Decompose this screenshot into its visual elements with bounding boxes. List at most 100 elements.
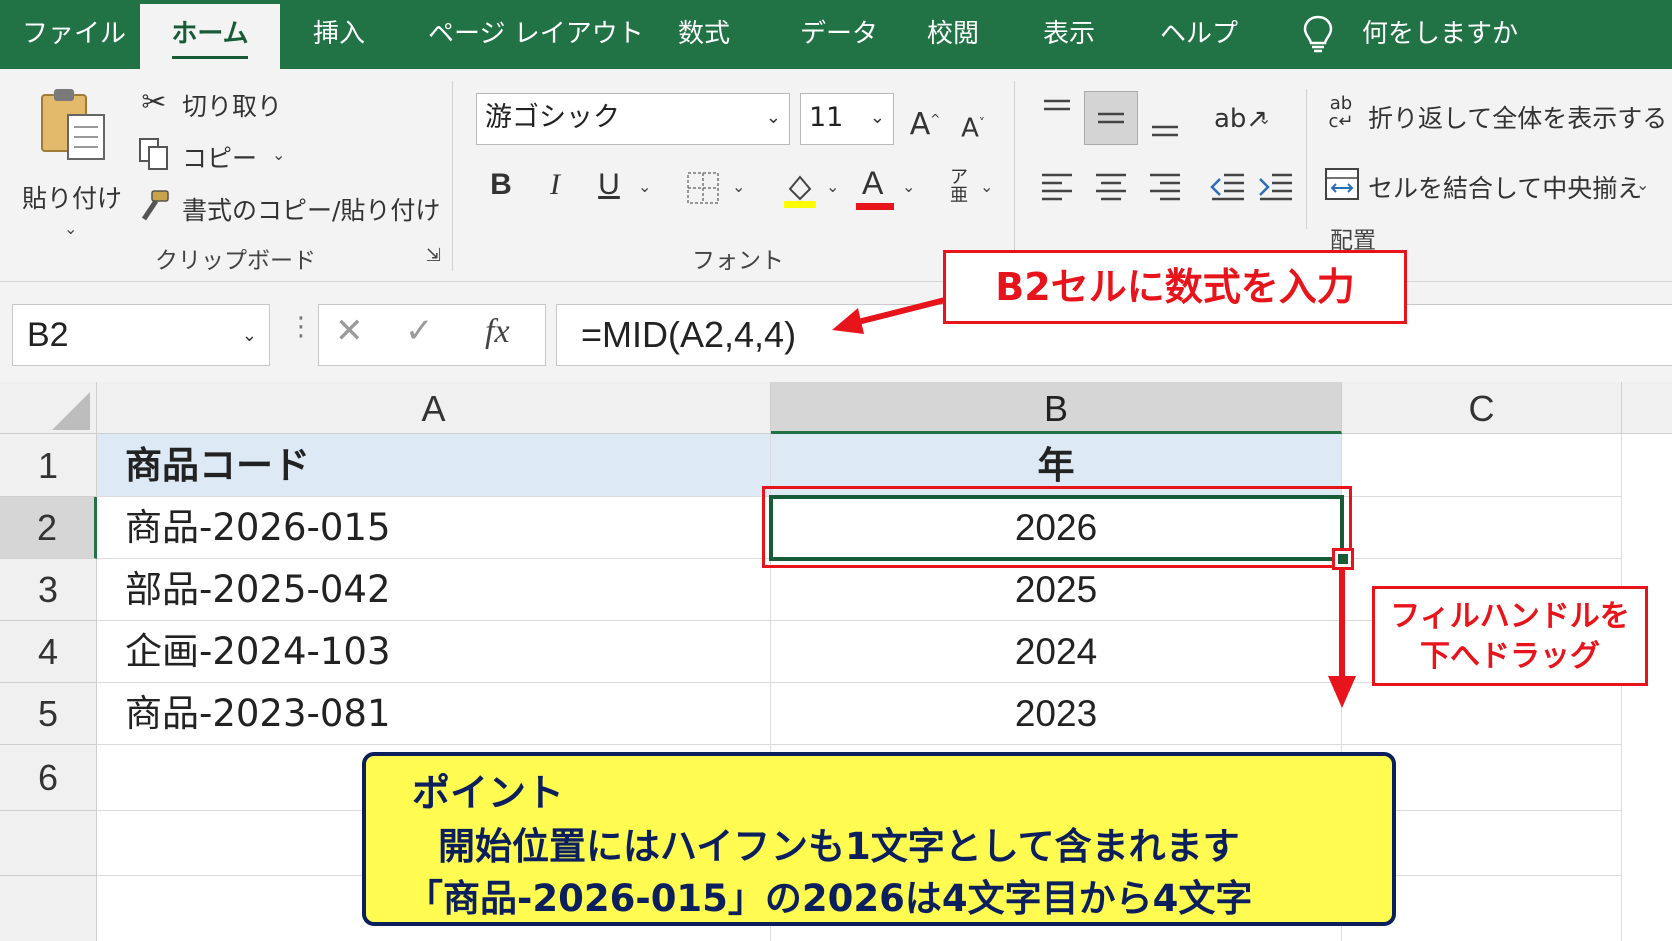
fill-color-icon[interactable] bbox=[780, 169, 820, 209]
align-right-icon[interactable] bbox=[1148, 169, 1182, 203]
column-header-a[interactable]: A bbox=[97, 382, 771, 434]
enter-check-icon[interactable]: ✓ bbox=[405, 311, 434, 351]
cell-b4[interactable]: 2024 bbox=[771, 621, 1342, 683]
font-size-select[interactable]: 11 ⌄ bbox=[800, 93, 894, 145]
paste-dropdown-icon[interactable]: ⌄ bbox=[64, 219, 77, 238]
cell-c1[interactable] bbox=[1342, 434, 1622, 497]
cell-a2[interactable]: 商品-2026-015 bbox=[97, 497, 771, 559]
row-header-6[interactable]: 6 bbox=[0, 745, 97, 811]
merge-cells-icon bbox=[1325, 168, 1359, 200]
cell-a5[interactable]: 商品-2023-081 bbox=[97, 683, 771, 745]
font-size-value: 11 bbox=[809, 102, 844, 133]
paste-button[interactable]: 貼り付け ⌄ bbox=[18, 83, 124, 243]
cut-button[interactable]: ✂ 切り取り bbox=[136, 83, 296, 123]
borders-icon[interactable] bbox=[686, 171, 720, 205]
select-all-triangle-icon bbox=[52, 392, 90, 430]
cut-label: 切り取り bbox=[182, 92, 283, 121]
column-header-d[interactable] bbox=[1622, 382, 1672, 434]
row-header-1[interactable]: 1 bbox=[0, 434, 97, 497]
fill-handle-highlight bbox=[1332, 548, 1354, 570]
merge-dropdown-icon[interactable]: ⌄ bbox=[1636, 175, 1649, 194]
row-header-3[interactable]: 3 bbox=[0, 559, 97, 621]
underline-button[interactable]: U bbox=[592, 165, 626, 205]
font-name-select[interactable]: 游ゴシック ⌄ bbox=[476, 93, 790, 145]
scissors-icon: ✂ bbox=[141, 85, 167, 120]
point-note: ポイント 開始位置にはハイフンも1文字として含まれます 「商品-2026-015… bbox=[362, 752, 1396, 926]
wrap-text-button[interactable]: ab c↵ 折り返して全体を表示する bbox=[1324, 95, 1668, 135]
orientation-dropdown-icon[interactable]: ⌄ bbox=[1258, 109, 1271, 128]
select-all-button[interactable] bbox=[0, 382, 97, 434]
insert-function-icon[interactable]: fx bbox=[485, 313, 510, 351]
fill-handle-callout-line-2: 下へドラッグ bbox=[1420, 639, 1600, 674]
fill-handle-callout-line-1: フィルハンドルを bbox=[1390, 599, 1630, 634]
copy-button[interactable]: コピー ⌄ bbox=[136, 135, 296, 175]
tab-insert[interactable]: 挿入 bbox=[313, 0, 365, 69]
italic-button[interactable]: I bbox=[538, 165, 572, 205]
cancel-icon[interactable]: ✕ bbox=[335, 311, 364, 351]
wrap-text-label: 折り返して全体を表示する bbox=[1368, 104, 1668, 133]
fill-color-dropdown-icon[interactable]: ⌄ bbox=[826, 177, 839, 196]
lightbulb-icon[interactable] bbox=[1300, 14, 1336, 54]
point-title: ポイント bbox=[412, 771, 565, 815]
font-color-swatch bbox=[856, 203, 894, 210]
row-header-8[interactable] bbox=[0, 876, 97, 941]
align-left-icon[interactable] bbox=[1040, 169, 1074, 203]
cell-a1[interactable]: 商品コード bbox=[97, 434, 771, 497]
increase-font-size-icon[interactable]: A^ bbox=[908, 99, 942, 145]
decrease-indent-icon[interactable] bbox=[1210, 169, 1246, 203]
fill-handle[interactable] bbox=[1338, 554, 1348, 564]
orientation-icon[interactable]: ab↗ bbox=[1214, 99, 1268, 139]
merge-center-button[interactable]: セルを結合して中央揃え ⌄ bbox=[1324, 165, 1666, 205]
middle-align-button[interactable] bbox=[1084, 91, 1138, 145]
column-header-b[interactable]: B bbox=[771, 382, 1342, 434]
tab-data[interactable]: データ bbox=[800, 0, 878, 69]
name-box[interactable]: B2 ⌄ bbox=[12, 304, 270, 366]
font-color-dropdown-icon[interactable]: ⌄ bbox=[902, 177, 915, 196]
cell-c2[interactable] bbox=[1342, 497, 1622, 559]
tell-me-search[interactable]: 何をしますか bbox=[1362, 0, 1518, 69]
align-center-icon[interactable] bbox=[1094, 169, 1128, 203]
phonetic-guide-icon[interactable]: ア亜 bbox=[944, 169, 974, 205]
ribbon-separator bbox=[1306, 89, 1307, 229]
tab-file[interactable]: ファイル bbox=[22, 0, 126, 69]
copy-label: コピー bbox=[182, 144, 258, 173]
top-align-icon[interactable] bbox=[1040, 97, 1074, 127]
format-painter-button[interactable]: 書式のコピー/貼り付け bbox=[136, 187, 440, 227]
tab-page-layout[interactable]: ページ レイアウト bbox=[428, 0, 644, 69]
font-color-icon[interactable]: A bbox=[856, 165, 896, 211]
font-group-label: フォント bbox=[692, 248, 784, 274]
paste-clipboard-icon bbox=[41, 89, 105, 160]
row-header-4[interactable]: 4 bbox=[0, 621, 97, 683]
decrease-font-size-icon[interactable]: A˅ bbox=[956, 103, 990, 149]
cell-c5[interactable] bbox=[1342, 683, 1622, 745]
tab-home[interactable]: ホーム bbox=[140, 4, 280, 69]
cell-b5[interactable]: 2023 bbox=[771, 683, 1342, 745]
font-name-value: 游ゴシック bbox=[485, 102, 620, 133]
formula-buttons: ✕ ✓ fx bbox=[318, 304, 546, 366]
formula-bar-splitter-icon[interactable]: ⋮ bbox=[288, 312, 314, 342]
point-line-1: 開始位置にはハイフンも1文字として含まれます bbox=[438, 825, 1240, 868]
borders-dropdown-icon[interactable]: ⌄ bbox=[732, 177, 745, 196]
tab-review[interactable]: 校閲 bbox=[927, 0, 979, 69]
cell-b3[interactable]: 2025 bbox=[771, 559, 1342, 621]
cell-a3[interactable]: 部品-2025-042 bbox=[97, 559, 771, 621]
clipboard-launcher-icon[interactable]: ⇲ bbox=[426, 245, 441, 266]
increase-indent-icon[interactable] bbox=[1258, 169, 1294, 203]
bold-button[interactable]: B bbox=[484, 165, 518, 205]
bottom-align-icon[interactable] bbox=[1148, 113, 1182, 143]
tab-help[interactable]: ヘルプ bbox=[1160, 0, 1238, 69]
copy-dropdown-icon[interactable]: ⌄ bbox=[272, 145, 285, 164]
row-header-7[interactable] bbox=[0, 811, 97, 876]
chevron-down-icon: ⌄ bbox=[869, 107, 885, 128]
row-header-5[interactable]: 5 bbox=[0, 683, 97, 745]
tab-view[interactable]: 表示 bbox=[1043, 0, 1095, 69]
underline-dropdown-icon[interactable]: ⌄ bbox=[638, 177, 651, 196]
row-header-2[interactable]: 2 bbox=[0, 497, 97, 559]
ribbon-home: 貼り付け ⌄ ✂ 切り取り コピー ⌄ 書式のコピー/貼り付け クリップボード … bbox=[0, 69, 1672, 282]
point-line-2: 「商品-2026-015」の2026は4文字目から4文字 bbox=[406, 877, 1253, 920]
tab-formulas[interactable]: 数式 bbox=[678, 0, 730, 69]
phonetic-dropdown-icon[interactable]: ⌄ bbox=[980, 177, 993, 196]
column-header-c[interactable]: C bbox=[1342, 382, 1622, 434]
cell-a4[interactable]: 企画-2024-103 bbox=[97, 621, 771, 683]
name-box-value: B2 bbox=[27, 316, 69, 354]
